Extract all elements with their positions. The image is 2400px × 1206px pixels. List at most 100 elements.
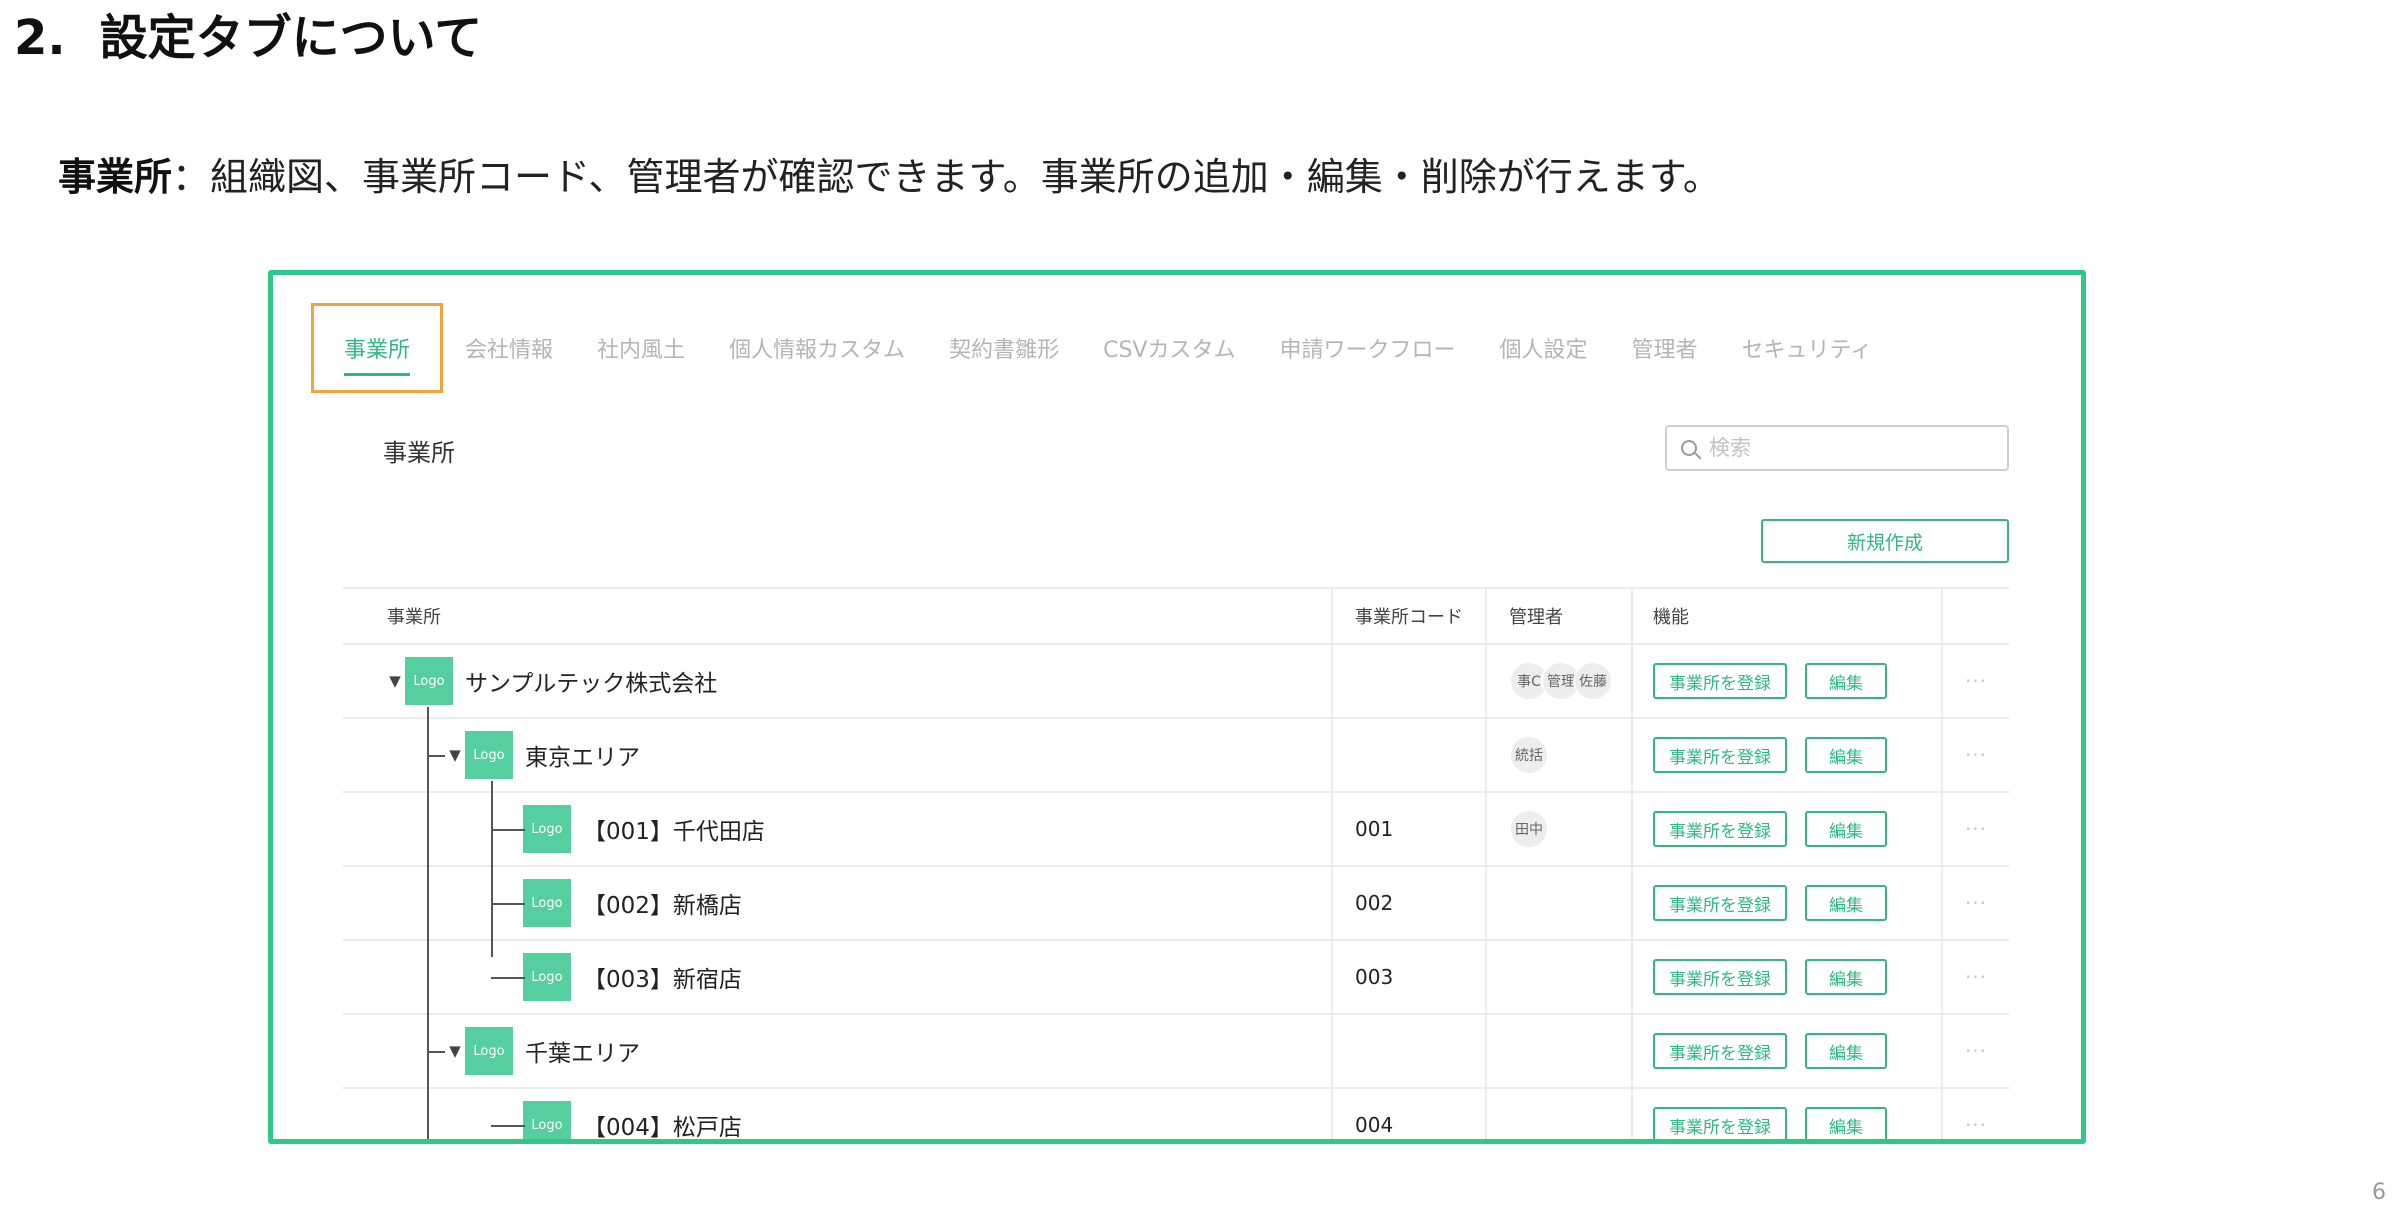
office-logo: Logo — [465, 1027, 513, 1075]
tab-6[interactable]: 申請ワークフロー — [1257, 303, 1477, 393]
expand-caret-icon[interactable]: ▼ — [447, 746, 463, 764]
table-row: Logo 【002】新橋店 002 事業所を登録 編集 ··· — [343, 867, 2009, 941]
table-row: Logo 【001】千代田店 001 田中 事業所を登録 編集 ··· — [343, 793, 2009, 867]
admin-cell — [1487, 867, 1633, 939]
office-logo: Logo — [523, 879, 571, 927]
tree-connector — [427, 1051, 445, 1053]
avatar[interactable]: 統括 — [1509, 735, 1549, 775]
office-code: 003 — [1333, 941, 1487, 1013]
office-code — [1333, 719, 1487, 791]
expand-caret-icon[interactable]: ▼ — [387, 672, 403, 690]
tab-8[interactable]: 管理者 — [1610, 303, 1720, 393]
office-logo: Logo — [523, 953, 571, 1001]
register-office-button[interactable]: 事業所を登録 — [1653, 1107, 1787, 1139]
section-number: 2. — [14, 10, 66, 66]
search-input[interactable] — [1707, 435, 1991, 461]
office-name: サンプルテック株式会社 — [465, 671, 718, 697]
register-office-button[interactable]: 事業所を登録 — [1653, 811, 1787, 847]
intro-text: ：組織図、事業所コード、管理者が確認できます。事業所の追加・編集・削除が行えます… — [172, 155, 1721, 199]
header-admin: 管理者 — [1487, 589, 1633, 643]
tree-trunk-line — [427, 707, 429, 1139]
tab-label: CSVカスタム — [1103, 338, 1236, 363]
register-office-button[interactable]: 事業所を登録 — [1653, 1033, 1787, 1069]
office-name-cell: ▼ Logo サンプルテック株式会社 — [343, 645, 1333, 717]
table-row: ▼ Logo 東京エリア 統括 事業所を登録 編集 ··· — [343, 719, 2009, 793]
tab-label: 個人設定 — [1499, 338, 1588, 363]
more-cell: ··· — [1943, 719, 2009, 791]
admin-cell: 事C 管理 佐藤 — [1487, 645, 1633, 717]
search-box[interactable] — [1665, 425, 2009, 471]
edit-button[interactable]: 編集 — [1805, 737, 1887, 773]
register-office-button[interactable]: 事業所を登録 — [1653, 663, 1787, 699]
tree-branch-line — [491, 781, 493, 957]
register-office-button[interactable]: 事業所を登録 — [1653, 737, 1787, 773]
function-cell: 事業所を登録 編集 — [1633, 719, 1943, 791]
edit-button[interactable]: 編集 — [1805, 1033, 1887, 1069]
tab-2[interactable]: 社内風土 — [575, 303, 707, 393]
office-name-cell: Logo 【004】松戸店 — [343, 1089, 1333, 1141]
admin-cell — [1487, 1089, 1633, 1139]
new-create-button[interactable]: 新規作成 — [1761, 519, 2009, 563]
avatar[interactable]: 田中 — [1509, 809, 1549, 849]
settings-screenshot: 事業所 会社情報 社内風土 個人情報カスタム 契約書雛形 CSVカスタム 申請ワークフロー 個… — [268, 270, 2086, 1144]
header-func: 機能 — [1633, 589, 1943, 643]
office-table: 事業所 事業所コード 管理者 機能 ▼ Logo サンプルテック株式会社 事C 管理 佐藤… — [343, 587, 2009, 1141]
office-code: 001 — [1333, 793, 1487, 865]
office-name: 【001】千代田店 — [583, 819, 765, 845]
office-name: 【004】松戸店 — [583, 1115, 742, 1141]
office-code — [1333, 1015, 1487, 1087]
edit-button[interactable]: 編集 — [1805, 811, 1887, 847]
edit-button[interactable]: 編集 — [1805, 885, 1887, 921]
admin-cell: 田中 — [1487, 793, 1633, 865]
edit-button[interactable]: 編集 — [1805, 663, 1887, 699]
more-options-icon[interactable]: ··· — [1965, 891, 1987, 915]
more-cell: ··· — [1943, 1089, 2009, 1139]
function-cell: 事業所を登録 編集 — [1633, 1015, 1943, 1087]
tree-connector — [491, 977, 525, 979]
office-name: 東京エリア — [525, 745, 640, 771]
function-cell: 事業所を登録 編集 — [1633, 793, 1943, 865]
tab-label: 個人情報カスタム — [729, 338, 906, 363]
register-office-button[interactable]: 事業所を登録 — [1653, 885, 1787, 921]
tree-connector — [491, 829, 525, 831]
tree-connector — [427, 755, 445, 757]
more-options-icon[interactable]: ··· — [1965, 1113, 1987, 1137]
office-code: 004 — [1333, 1089, 1487, 1139]
tab-1[interactable]: 会社情報 — [443, 303, 575, 393]
more-options-icon[interactable]: ··· — [1965, 669, 1987, 693]
more-cell: ··· — [1943, 867, 2009, 939]
search-icon — [1681, 440, 1697, 456]
more-options-icon[interactable]: ··· — [1965, 743, 1987, 767]
register-office-button[interactable]: 事業所を登録 — [1653, 959, 1787, 995]
header-code: 事業所コード — [1333, 589, 1487, 643]
tab-7[interactable]: 個人設定 — [1477, 303, 1609, 393]
avatar[interactable]: 佐藤 — [1573, 661, 1613, 701]
function-cell: 事業所を登録 編集 — [1633, 1089, 1943, 1139]
tab-5[interactable]: CSVカスタム — [1081, 303, 1257, 393]
function-cell: 事業所を登録 編集 — [1633, 645, 1943, 717]
tab-3[interactable]: 個人情報カスタム — [707, 303, 927, 393]
more-options-icon[interactable]: ··· — [1965, 965, 1987, 989]
tab-label: 会社情報 — [465, 338, 554, 363]
tab-label: 契約書雛形 — [949, 338, 1060, 363]
tab-4[interactable]: 契約書雛形 — [927, 303, 1081, 393]
tree-connector — [491, 903, 525, 905]
more-options-icon[interactable]: ··· — [1965, 1039, 1987, 1063]
table-body: ▼ Logo サンプルテック株式会社 事C 管理 佐藤 事業所を登録 編集 ··· ▼ Logo 東京… — [343, 645, 2009, 1141]
tab-9[interactable]: セキュリティ — [1720, 303, 1895, 393]
more-options-icon[interactable]: ··· — [1965, 817, 1987, 841]
table-row: Logo 【003】新宿店 003 事業所を登録 編集 ··· — [343, 941, 2009, 1015]
office-logo: Logo — [405, 657, 453, 705]
expand-caret-icon[interactable]: ▼ — [447, 1042, 463, 1060]
edit-button[interactable]: 編集 — [1805, 959, 1887, 995]
tab-label: 社内風土 — [597, 338, 686, 363]
tab-label: 申請ワークフロー — [1279, 338, 1456, 363]
edit-button[interactable]: 編集 — [1805, 1107, 1887, 1139]
office-name-cell: ▼ Logo 千葉エリア — [343, 1015, 1333, 1087]
admin-cell — [1487, 1015, 1633, 1087]
tab-0[interactable]: 事業所 — [311, 303, 444, 393]
tree-connector — [491, 1125, 525, 1127]
slide-title: 2. 設定タブについて — [14, 6, 482, 70]
tab-label: 事業所 — [344, 332, 411, 376]
header-name: 事業所 — [343, 589, 1333, 643]
